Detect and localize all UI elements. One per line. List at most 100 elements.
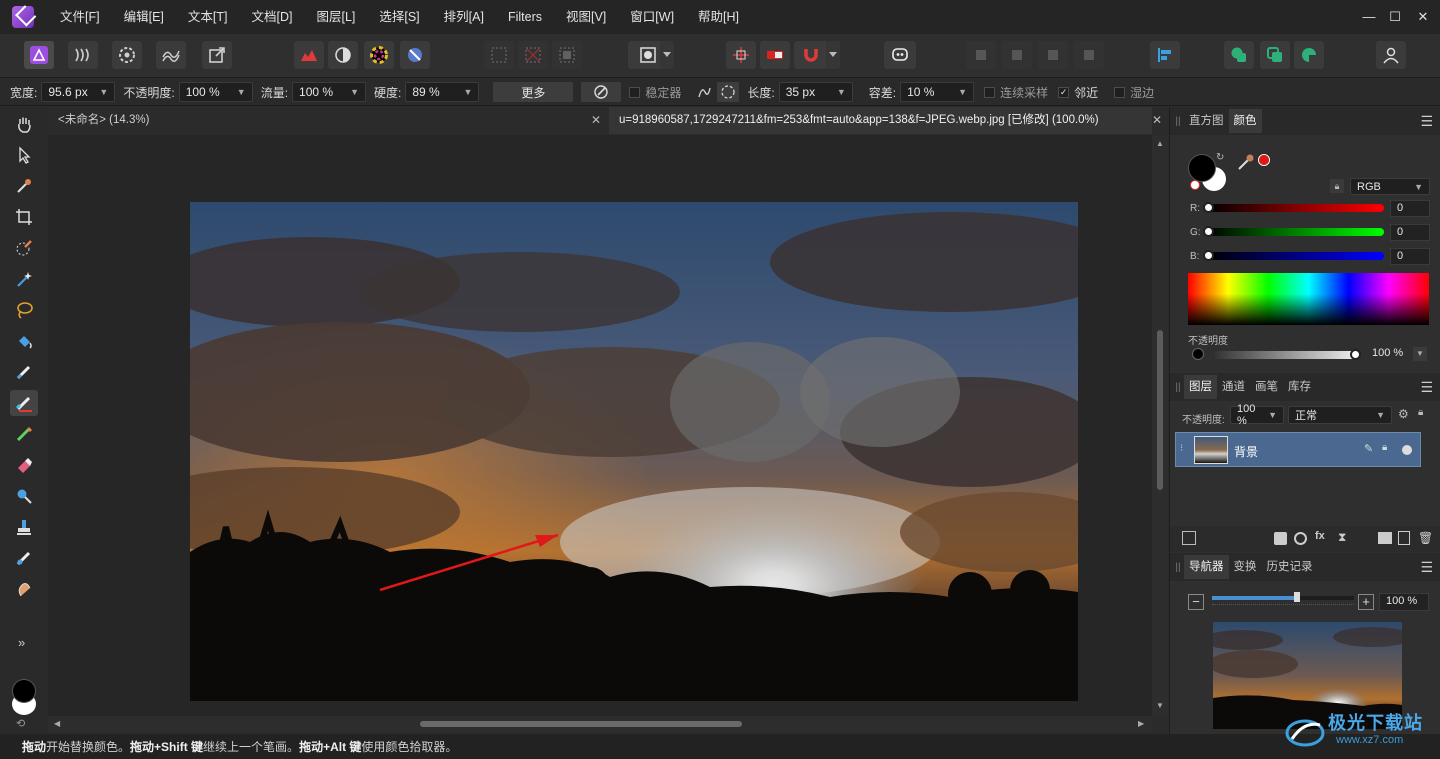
- fx-icon[interactable]: fx: [1315, 530, 1325, 542]
- boolean-intersect-button[interactable]: [1294, 41, 1324, 69]
- panel-menu-icon[interactable]: ☰: [1420, 107, 1433, 135]
- menu-text[interactable]: 文本[T]: [176, 0, 240, 34]
- visibility-dot-icon[interactable]: [1402, 445, 1412, 455]
- color-spectrum[interactable]: [1188, 273, 1429, 325]
- scroll-down-icon[interactable]: ▼: [1156, 701, 1164, 710]
- grip-icon[interactable]: ||: [1172, 562, 1184, 573]
- red-value[interactable]: 0: [1390, 200, 1430, 217]
- stabilizer-checkbox[interactable]: [629, 86, 641, 98]
- assistant-robot-button[interactable]: [884, 41, 916, 69]
- drag-handle-icon[interactable]: ⁝: [1180, 443, 1183, 454]
- trash-icon[interactable]: 🗑︎: [1418, 531, 1433, 545]
- scroll-right-icon[interactable]: ▶: [1138, 719, 1144, 728]
- assistant-button[interactable]: [760, 41, 790, 69]
- horizontal-scroll-thumb[interactable]: [420, 721, 742, 727]
- adjustment-icon[interactable]: [1294, 532, 1307, 545]
- add-layer-icon[interactable]: [1398, 531, 1410, 545]
- hand-tool[interactable]: [10, 111, 38, 137]
- erase-brush-tool[interactable]: [10, 452, 38, 478]
- account-button[interactable]: [1376, 41, 1406, 69]
- red-slider[interactable]: [1206, 204, 1384, 212]
- blue-value[interactable]: 0: [1390, 248, 1430, 265]
- color-mode-select[interactable]: RGB ▼: [1350, 178, 1430, 195]
- brush-lock-icon[interactable]: ✎: [1364, 442, 1373, 455]
- canvas-area[interactable]: [48, 135, 1152, 716]
- menu-edit[interactable]: 编辑[E]: [112, 0, 176, 34]
- tab-navigator[interactable]: 导航器: [1184, 555, 1229, 579]
- zoom-slider[interactable]: [1212, 596, 1354, 600]
- zoom-value[interactable]: 100 %: [1379, 593, 1429, 611]
- scroll-up-icon[interactable]: ▲: [1156, 139, 1164, 148]
- more-button[interactable]: 更多: [493, 82, 574, 102]
- menu-select[interactable]: 选择[S]: [367, 0, 431, 34]
- adjustment-button[interactable]: [328, 41, 358, 69]
- layer-opacity-select[interactable]: 100 % ▼: [1230, 403, 1284, 427]
- close-button[interactable]: ✕: [1408, 0, 1438, 34]
- grip-icon[interactable]: ||: [1172, 116, 1184, 127]
- color-replacement-tool[interactable]: [10, 390, 38, 416]
- chevron-down-icon[interactable]: ▼: [1413, 347, 1427, 361]
- boolean-subtract-button[interactable]: [1260, 41, 1290, 69]
- menu-view[interactable]: 视图[V]: [554, 0, 618, 34]
- maximize-button[interactable]: ☐: [1380, 0, 1410, 34]
- brush-settings-button[interactable]: [581, 82, 622, 102]
- color-opacity-slider[interactable]: [1214, 351, 1356, 359]
- arrange-back-button[interactable]: [966, 41, 996, 69]
- panel-menu-icon[interactable]: ☰: [1420, 373, 1433, 401]
- opacity-select[interactable]: 100 % ▼: [178, 82, 253, 102]
- length-select[interactable]: 35 px ▼: [778, 82, 853, 102]
- vertical-scrollbar[interactable]: ▲ ▼: [1152, 135, 1168, 716]
- sunset-photo[interactable]: [190, 202, 1078, 701]
- contiguous-checkbox[interactable]: ✓: [1058, 86, 1070, 98]
- swap-colors-icon[interactable]: ⟲: [16, 717, 25, 730]
- paint-brush-tool[interactable]: [10, 359, 38, 385]
- selection-brush-tool[interactable]: [10, 235, 38, 261]
- tab-close-icon[interactable]: ✕: [587, 107, 605, 134]
- layer-name[interactable]: 背景: [1234, 443, 1258, 460]
- tab-image-file[interactable]: u=918960587,1729247211&fm=253&fmt=auto&a…: [609, 107, 1152, 134]
- boolean-add-button[interactable]: [1224, 41, 1254, 69]
- tab-close-icon[interactable]: ✕: [1148, 107, 1166, 134]
- green-value[interactable]: 0: [1390, 224, 1430, 241]
- flood-fill-tool[interactable]: [10, 328, 38, 354]
- healing-tool[interactable]: [10, 576, 38, 602]
- color-picker-tool[interactable]: [10, 173, 38, 199]
- arrange-backward-button[interactable]: [1002, 41, 1032, 69]
- develop-persona-button[interactable]: [112, 41, 142, 69]
- picked-color-swatch[interactable]: [1258, 154, 1270, 166]
- menu-file[interactable]: 文件[F]: [48, 0, 112, 34]
- horizontal-scrollbar[interactable]: ◀ ▶: [48, 716, 1152, 732]
- snapping-button[interactable]: [726, 41, 756, 69]
- invert-selection-button[interactable]: [552, 41, 582, 69]
- deselect-button[interactable]: [518, 41, 548, 69]
- tone-mapping-persona-button[interactable]: [156, 41, 186, 69]
- move-tool[interactable]: [10, 142, 38, 168]
- tab-history[interactable]: 历史记录: [1262, 555, 1318, 579]
- blue-slider[interactable]: [1206, 252, 1384, 260]
- grip-icon[interactable]: ||: [1172, 382, 1184, 393]
- continuous-checkbox[interactable]: [984, 86, 996, 98]
- quick-mask-dropdown[interactable]: [660, 41, 674, 69]
- hourglass-icon[interactable]: ⧗: [1338, 530, 1346, 545]
- magnet-dropdown[interactable]: [826, 41, 840, 69]
- menu-layer[interactable]: 图层[L]: [304, 0, 367, 34]
- rope-mode-button[interactable]: [693, 82, 715, 102]
- zoom-in-button[interactable]: +: [1358, 594, 1374, 610]
- lock-icon[interactable]: 🔒︎: [1418, 407, 1423, 418]
- flow-select[interactable]: 100 % ▼: [292, 82, 367, 102]
- folder-icon[interactable]: [1378, 532, 1392, 544]
- tab-channels[interactable]: 通道: [1217, 375, 1250, 399]
- menu-arrange[interactable]: 排列[A]: [432, 0, 496, 34]
- menu-document[interactable]: 文档[D]: [239, 0, 304, 34]
- tab-layers[interactable]: 图层: [1184, 375, 1217, 399]
- menu-window[interactable]: 窗口[W]: [618, 0, 686, 34]
- color-swatches[interactable]: [9, 679, 39, 715]
- menu-help[interactable]: 帮助[H]: [686, 0, 751, 34]
- arrange-front-button[interactable]: [1074, 41, 1104, 69]
- align-button[interactable]: [1150, 41, 1180, 69]
- primary-color-swatch[interactable]: [1188, 154, 1216, 182]
- lock-icon[interactable]: 🔒︎: [1382, 442, 1387, 453]
- hardness-select[interactable]: 89 % ▼: [405, 82, 480, 102]
- select-all-button[interactable]: [484, 41, 514, 69]
- foreground-color-swatch[interactable]: [12, 679, 36, 703]
